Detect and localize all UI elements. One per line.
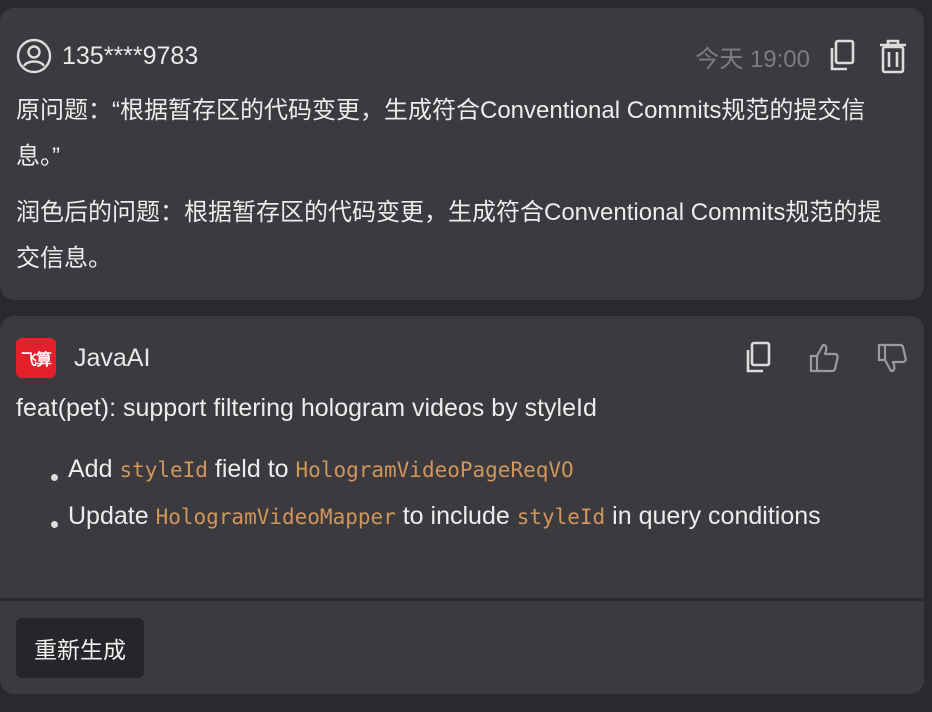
copy-icon[interactable] [744, 341, 772, 375]
feisuan-logo: 飞算 [16, 338, 56, 378]
username: 135****9783 [62, 41, 199, 70]
bullet-text: Update [68, 502, 156, 530]
commit-bullet-list: Add styleId field to HologramVideoPageRe… [48, 446, 864, 540]
regenerate-button[interactable]: 重新生成 [16, 618, 144, 678]
thumbs-up-icon[interactable] [808, 342, 840, 374]
inline-code: styleId [119, 458, 208, 482]
inline-code: HologramVideoPageReqVO [295, 458, 574, 482]
copy-icon[interactable] [828, 39, 856, 73]
message-timestamp: 今天 19:00 [695, 45, 810, 73]
commit-title: feat(pet): support filtering hologram vi… [16, 394, 597, 422]
ai-response-header: 飞算 JavaAI [16, 338, 908, 378]
list-item: Update HologramVideoMapper to include st… [48, 493, 864, 540]
inline-code: styleId [516, 505, 606, 529]
trash-icon[interactable] [878, 38, 908, 74]
inline-code: HologramVideoMapper [155, 505, 396, 529]
ai-response-card: 飞算 JavaAI feat(pet): support filtering h… [0, 316, 924, 694]
original-question: 原问题：“根据暂存区的代码变更，生成符合Conventional Commits… [16, 97, 866, 170]
divider [0, 598, 924, 601]
user-message-card: 135****9783 今天 19:00 原问题：“根据暂存区的代码变更，生成符… [0, 8, 924, 300]
polished-question: 润色后的问题：根据暂存区的代码变更，生成符合Conventional Commi… [16, 199, 882, 272]
user-message-header: 135****9783 今天 19:00 [16, 36, 908, 76]
bullet-text: Add [68, 455, 120, 483]
assistant-name: JavaAI [74, 343, 151, 372]
bullet-text: field to [207, 455, 296, 483]
response-actions [744, 341, 908, 375]
bullet-text: to include [395, 502, 517, 530]
thumbs-down-icon[interactable] [876, 342, 908, 374]
user-circle-icon [16, 38, 52, 74]
bullet-text: in query conditions [605, 502, 821, 530]
list-item: Add styleId field to HologramVideoPageRe… [48, 446, 864, 493]
